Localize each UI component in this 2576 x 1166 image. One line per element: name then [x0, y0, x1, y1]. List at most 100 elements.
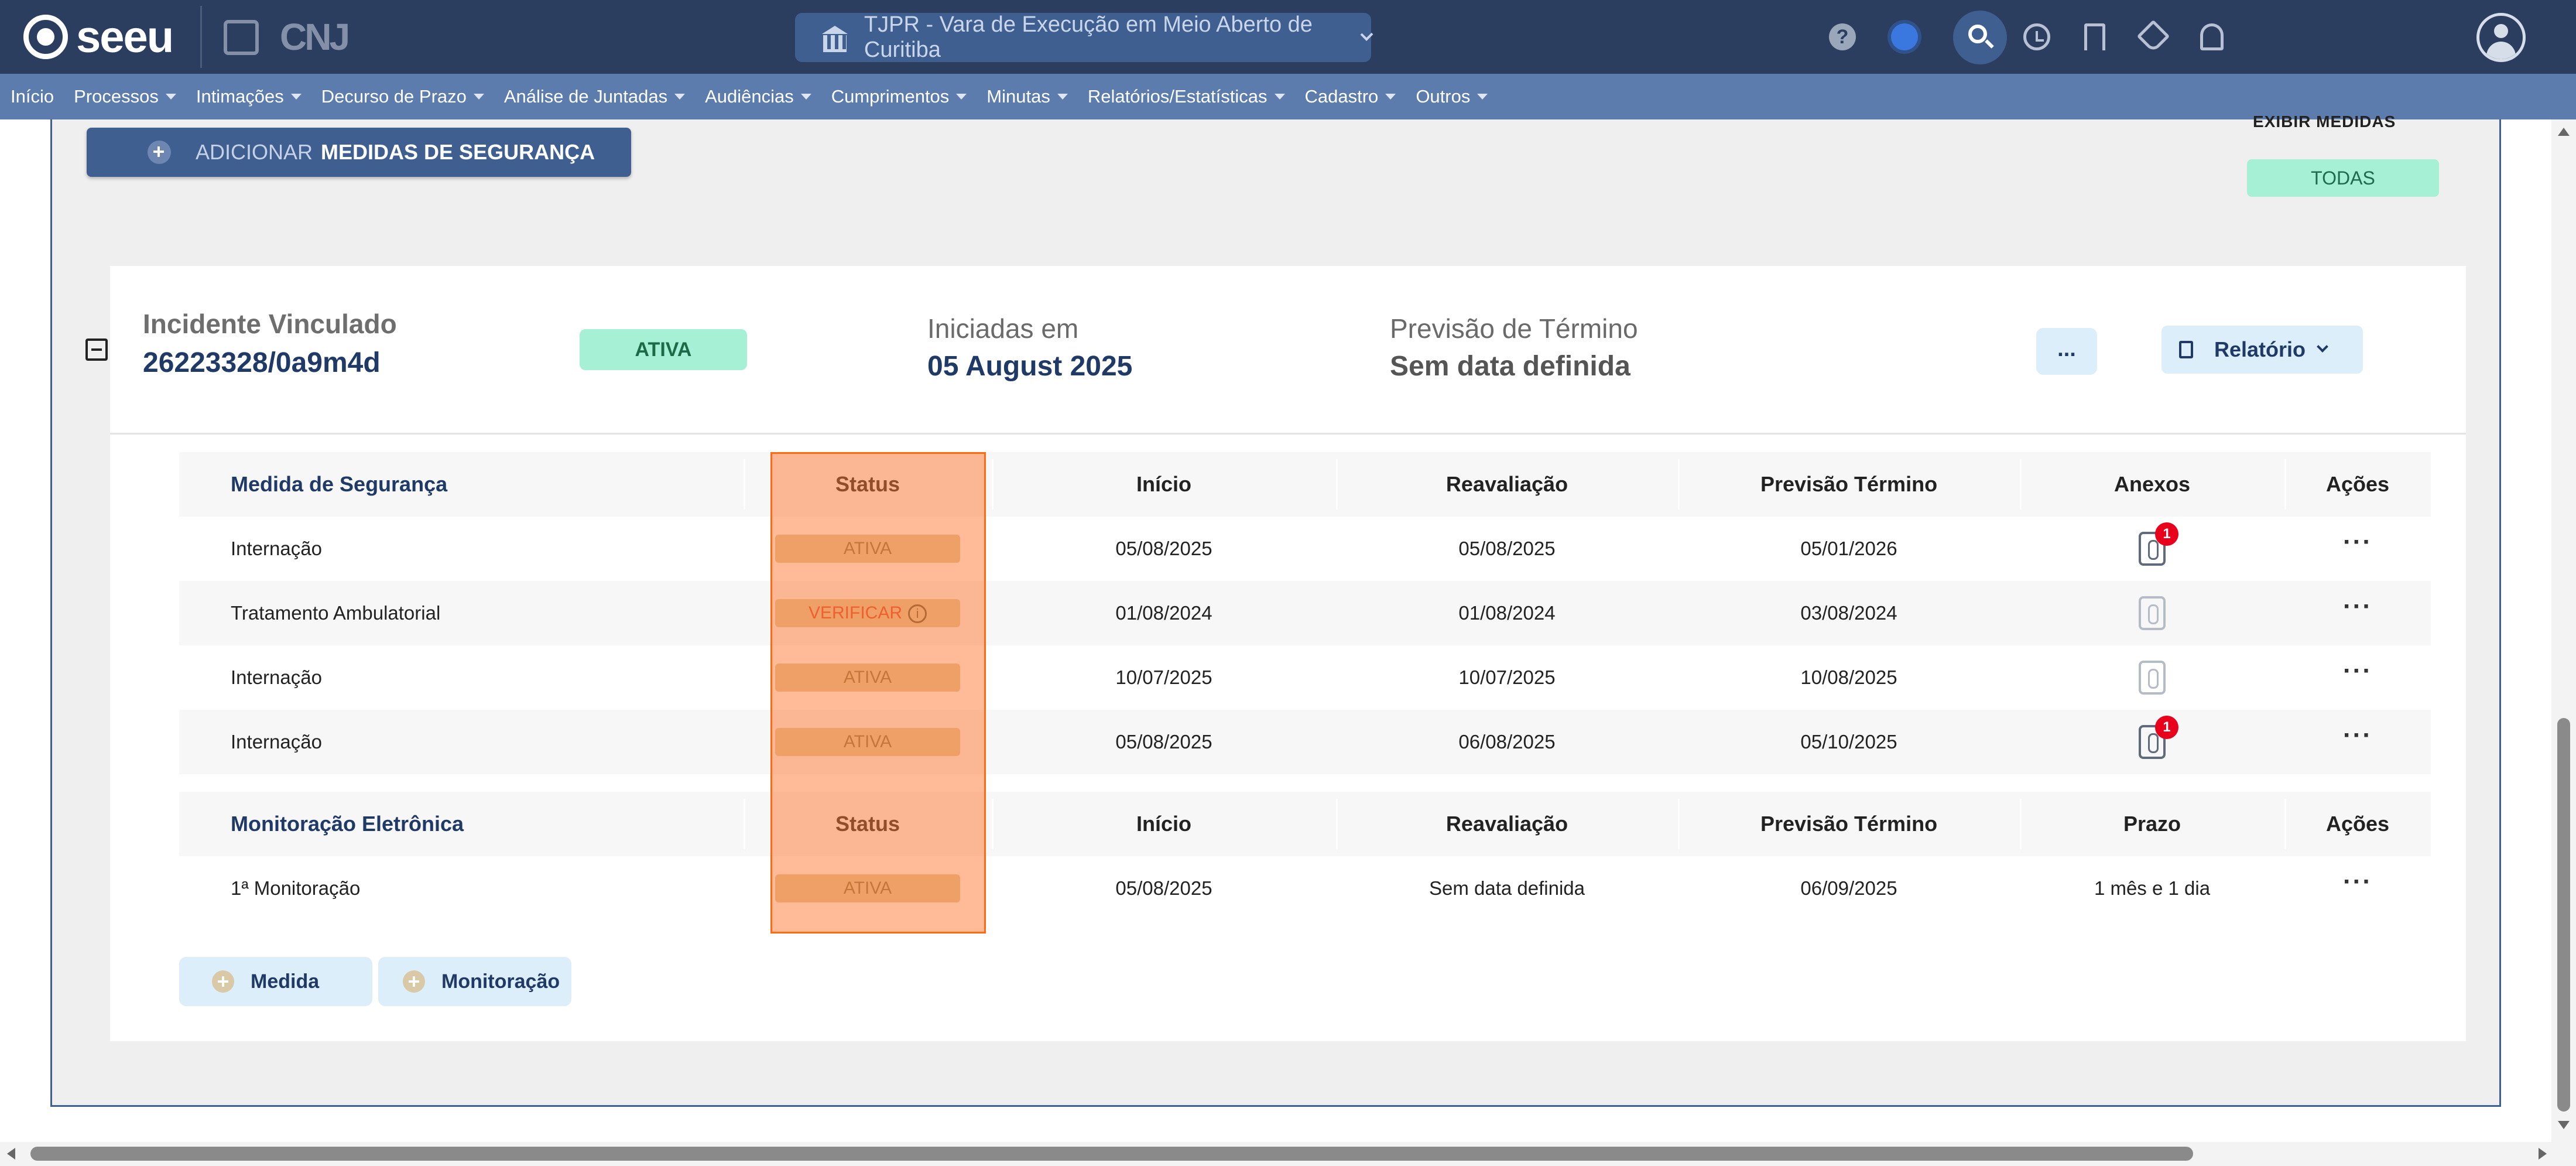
caret-down-icon: [674, 94, 686, 100]
menu-item-decurso-de-prazo[interactable]: Decurso de Prazo: [321, 86, 484, 107]
started-date: 05 August 2025: [927, 351, 1133, 382]
more-options-button[interactable]: ...: [2036, 328, 2097, 375]
row-actions-icon[interactable]: ···: [2343, 723, 2372, 748]
seeu-logo-icon: [23, 15, 68, 59]
start-date: 05/08/2025: [1115, 731, 1212, 753]
attachment-count-badge: 1: [2155, 716, 2178, 739]
row-actions-icon[interactable]: ···: [2343, 529, 2372, 555]
attachment-icon[interactable]: 1: [2139, 522, 2178, 566]
plus-circle-icon: [403, 970, 425, 993]
monitor-name: 1ª Monitoração: [231, 877, 361, 899]
menu-item-processos[interactable]: Processos: [74, 86, 176, 107]
incident-label: Incidente Vinculado: [143, 309, 397, 339]
caret-down-icon: [473, 94, 484, 100]
user-avatar-icon[interactable]: [2476, 13, 2526, 62]
cnj-emblem-icon: [224, 20, 259, 55]
report-label: Relatório: [2214, 337, 2306, 361]
add-measure-button[interactable]: Medida: [179, 957, 372, 1006]
status-badge: ATIVA: [775, 664, 960, 692]
scroll-up-icon[interactable]: [2558, 128, 2570, 136]
menu-item-cumprimentos[interactable]: Cumprimentos: [831, 86, 967, 107]
menu-item-outros[interactable]: Outros: [1416, 86, 1488, 107]
chevron-down-icon: [1360, 28, 1373, 41]
status-badge[interactable]: VERIFICAR i: [775, 599, 960, 627]
horizontal-scroll-thumb[interactable]: [30, 1147, 2193, 1161]
add-monitoring-button[interactable]: Monitoração: [378, 957, 571, 1006]
history-icon[interactable]: [2023, 23, 2050, 50]
forecast-value: Sem data definida: [1390, 351, 1630, 382]
attachment-count-badge: 1: [2155, 522, 2178, 546]
caret-down-icon: [800, 94, 811, 100]
menu-item-inicio[interactable]: Início: [11, 86, 54, 107]
court-selector-value: TJPR - Vara de Execução em Meio Aberto d…: [864, 12, 1313, 62]
monitor-title-header: Monitoração Eletrônica: [231, 812, 464, 836]
start-date: 05/08/2025: [1115, 877, 1212, 899]
menu-item-intimacoes[interactable]: Intimações: [196, 86, 302, 107]
row-actions-icon[interactable]: ···: [2343, 594, 2372, 620]
incident-header: Incidente Vinculado 26223328/0a9m4d ATIV…: [110, 266, 2466, 435]
monitor-table-header: Monitoração Eletrônica Status Início Rea…: [179, 792, 2431, 856]
scroll-right-icon[interactable]: [2539, 1148, 2547, 1160]
incident-status-badge: ATIVA: [580, 329, 747, 370]
review-date: 10/07/2025: [1458, 666, 1556, 688]
measure-name: Internação: [231, 666, 322, 688]
measure-name: Tratamento Ambulatorial: [231, 602, 441, 624]
document-icon: [2179, 341, 2193, 358]
row-actions-icon[interactable]: ···: [2343, 869, 2372, 895]
add-measure-label: Medida: [251, 970, 320, 993]
table-row: Internação ATIVA 10/07/2025 10/07/2025 1…: [179, 645, 2431, 710]
start-header: Início: [1136, 812, 1191, 836]
chevron-down-icon: [2317, 341, 2328, 353]
attachment-icon[interactable]: [2139, 661, 2166, 695]
tag-icon[interactable]: [2136, 19, 2170, 53]
forecast-label: Previsão de Término: [1390, 313, 1638, 344]
menu-item-analise-de-juntadas[interactable]: Análise de Juntadas: [504, 86, 686, 107]
start-date: 05/08/2025: [1115, 538, 1212, 559]
caret-down-icon: [165, 94, 176, 100]
add-monitoring-label: Monitoração: [441, 970, 560, 993]
review-header: Reavaliação: [1445, 472, 1568, 496]
scroll-left-icon[interactable]: [7, 1148, 15, 1160]
add-measures-label: MEDIDAS DE SEGURANÇA: [321, 140, 595, 164]
add-security-measures-button[interactable]: ADICIONAR MEDIDAS DE SEGURANÇA: [87, 128, 631, 177]
attachment-icon[interactable]: 1: [2139, 716, 2178, 759]
theme-toggle-icon[interactable]: [1891, 23, 1918, 50]
court-selector[interactable]: TJPR - Vara de Execução em Meio Aberto d…: [795, 12, 1373, 62]
search-icon: [1968, 25, 1987, 43]
info-icon[interactable]: i: [908, 604, 927, 624]
attachments-header: Anexos: [2113, 472, 2191, 496]
menu-item-audiencias[interactable]: Audiências: [705, 86, 811, 107]
started-label: Iniciadas em: [927, 313, 1079, 344]
row-actions-icon[interactable]: ···: [2343, 658, 2372, 684]
menu-item-minutas[interactable]: Minutas: [986, 86, 1068, 107]
start-date: 01/08/2024: [1115, 602, 1212, 624]
review-header: Reavaliação: [1445, 812, 1568, 836]
bell-icon[interactable]: [2200, 23, 2224, 50]
review-date: 01/08/2024: [1458, 602, 1556, 624]
plus-circle-icon: [212, 970, 234, 993]
menu-item-cadastro[interactable]: Cadastro: [1305, 86, 1396, 107]
seeu-logo[interactable]: seeu: [23, 12, 174, 62]
main-menu: Início Processos Intimações Decurso de P…: [0, 74, 2576, 119]
status-verify-text: VERIFICAR: [808, 603, 903, 623]
attachment-icon[interactable]: [2139, 596, 2166, 630]
bookmark-icon[interactable]: [2084, 23, 2105, 50]
filter-all-button[interactable]: TODAS: [2247, 159, 2439, 197]
scroll-down-icon[interactable]: [2558, 1121, 2570, 1129]
incident-number[interactable]: 26223328/0a9m4d: [143, 347, 381, 379]
collapse-icon[interactable]: [85, 338, 108, 361]
review-date: 05/08/2025: [1458, 538, 1556, 559]
end-date: 06/09/2025: [1800, 877, 1897, 899]
status-header: Status: [835, 472, 900, 496]
caret-down-icon: [1477, 94, 1488, 100]
measure-name: Internação: [231, 731, 322, 753]
report-button[interactable]: Relatório: [2161, 326, 2363, 374]
end-date: 05/10/2025: [1800, 731, 1897, 753]
show-measures-label: EXIBIR MEDIDAS: [2253, 112, 2396, 131]
status-header: Status: [835, 812, 900, 836]
menu-item-relatorios[interactable]: Relatórios/Estatísticas: [1088, 86, 1285, 107]
search-button[interactable]: [1953, 11, 2007, 64]
vertical-scroll-thumb[interactable]: [2557, 718, 2570, 1112]
help-icon[interactable]: ?: [1829, 23, 1856, 50]
end-date: 10/08/2025: [1800, 666, 1897, 688]
